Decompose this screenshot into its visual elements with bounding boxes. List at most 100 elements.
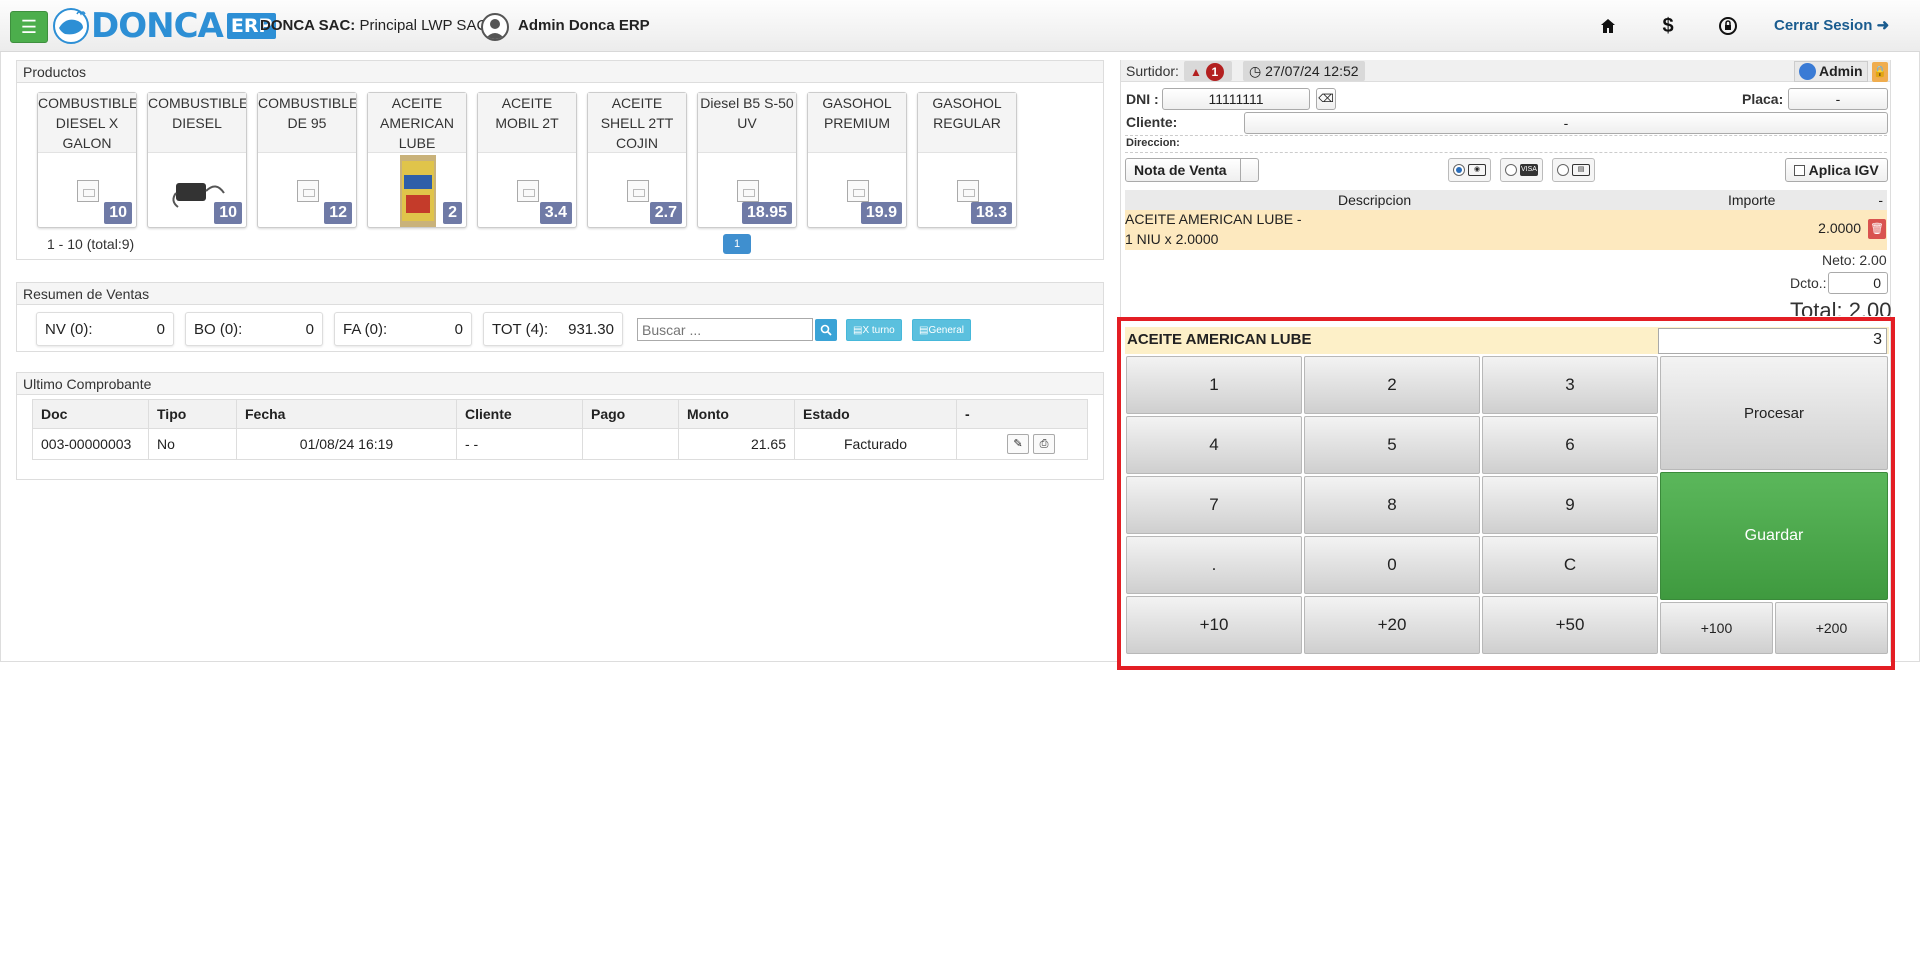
cell-cliente: - -	[456, 428, 583, 460]
hamburger-icon: ☰	[20, 16, 38, 37]
summary-label: NV (0):	[45, 321, 93, 338]
page-button[interactable]: 1	[723, 234, 751, 254]
cliente-field[interactable]: -	[1244, 112, 1888, 134]
item-amount: 2.0000	[1818, 220, 1861, 236]
logout-label: Cerrar Sesion	[1774, 17, 1873, 34]
admin-label: Admin	[1819, 63, 1863, 79]
cliente-label: Cliente:	[1126, 114, 1178, 130]
surtidor-selector[interactable]: ▲ 1	[1184, 61, 1232, 81]
eraser-button[interactable]: ⌫	[1316, 88, 1336, 110]
product-price: 2	[443, 202, 462, 224]
doc-type-select[interactable]: Nota de Venta	[1125, 158, 1259, 182]
search-button[interactable]	[815, 319, 837, 341]
product-card[interactable]: GASOHOL PREMIUM 19.9	[807, 92, 907, 228]
trash-icon[interactable]: 🗑	[1868, 219, 1886, 239]
product-card[interactable]: GASOHOL REGULAR 18.3	[917, 92, 1017, 228]
key-2[interactable]: 2	[1304, 356, 1480, 414]
product-name: COMBUSTIBLE DE 95	[258, 93, 356, 153]
key-plus-10[interactable]: +10	[1126, 596, 1302, 654]
key-1[interactable]: 1	[1126, 356, 1302, 414]
dni-label: DNI :	[1126, 91, 1159, 107]
aplica-igv-checkbox[interactable]: Aplica IGV	[1785, 158, 1888, 182]
column-header: Tipo	[148, 399, 237, 429]
product-card[interactable]: Diesel B5 S-50 UV 18.95	[697, 92, 797, 228]
x-turno-button[interactable]: ▤X turno	[846, 319, 902, 341]
key-4[interactable]: 4	[1126, 416, 1302, 474]
product-name: Diesel B5 S-50 UV	[698, 93, 796, 153]
products-title: Productos	[17, 61, 1103, 83]
column-header: Doc	[32, 399, 149, 429]
admin-user-chip[interactable]: Admin	[1794, 61, 1868, 82]
search-input[interactable]	[637, 318, 813, 341]
product-card[interactable]: ACEITE MOBIL 2T 3.4	[477, 92, 577, 228]
summary-value: 0	[305, 321, 314, 338]
product-card[interactable]: COMBUSTIBLE DIESEL X GALON 10	[37, 92, 137, 228]
summary-label: FA (0):	[343, 321, 388, 338]
key-plus-100[interactable]: +100	[1660, 602, 1773, 654]
payment-card-radio[interactable]: ▤	[1552, 158, 1595, 182]
dni-field[interactable]: 11111111	[1162, 88, 1310, 110]
product-card[interactable]: COMBUSTIBLE DE 95 12	[257, 92, 357, 228]
dcto-input[interactable]: 0	[1828, 272, 1888, 294]
key-9[interactable]: 9	[1482, 476, 1658, 534]
hamburger-menu-button[interactable]: ☰	[10, 11, 48, 43]
visa-icon: VISA	[1520, 164, 1538, 176]
print-button[interactable]: ⎙	[1033, 434, 1055, 454]
summary-box-tot: TOT (4): 931.30	[483, 312, 623, 346]
user-name: Admin Donca ERP	[518, 17, 650, 34]
key-plus-200[interactable]: +200	[1775, 602, 1888, 654]
key-8[interactable]: 8	[1304, 476, 1480, 534]
user-avatar-icon	[485, 19, 505, 39]
product-card[interactable]: COMBUSTIBLE DIESEL 10	[147, 92, 247, 228]
summary-value: 0	[156, 321, 165, 338]
general-button[interactable]: ▤General	[912, 319, 972, 341]
key-3[interactable]: 3	[1482, 356, 1658, 414]
surtidor-count-badge: 1	[1205, 63, 1224, 81]
column-header: Estado	[794, 399, 957, 429]
home-icon[interactable]	[1596, 14, 1620, 38]
key-plus-50[interactable]: +50	[1482, 596, 1658, 654]
edit-button[interactable]: ✎	[1007, 434, 1029, 454]
total-value: Total: 2.00	[1790, 298, 1892, 316]
payment-cash-radio[interactable]: ◉	[1448, 158, 1491, 182]
product-card[interactable]: ACEITE SHELL 2TT COJIN 2.7	[587, 92, 687, 228]
divider	[1125, 152, 1887, 153]
lock-icon[interactable]: 🔒	[1872, 62, 1888, 82]
procesar-button[interactable]: Procesar	[1660, 356, 1888, 470]
placa-field[interactable]: -	[1788, 88, 1888, 110]
key-7[interactable]: 7	[1126, 476, 1302, 534]
product-price: 18.3	[970, 202, 1012, 224]
summary-box-fa: FA (0): 0	[334, 312, 472, 346]
dollar-icon[interactable]: $	[1656, 14, 1680, 38]
guardar-button[interactable]: Guardar	[1660, 472, 1888, 600]
dropdown-toggle	[1240, 159, 1258, 181]
radio-on	[1453, 164, 1465, 176]
logout-link[interactable]: Cerrar Sesion ➜	[1774, 16, 1889, 34]
company-info: DONCA SAC: Principal LWP SAC |	[260, 17, 495, 34]
lock-reset-icon[interactable]	[1716, 14, 1740, 38]
key-0[interactable]: 0	[1304, 536, 1480, 594]
key-dot[interactable]: .	[1126, 536, 1302, 594]
product-card[interactable]: ACEITE AMERICAN LUBE 2	[367, 92, 467, 228]
key-clear[interactable]: C	[1482, 536, 1658, 594]
cell-tipo: No	[148, 428, 237, 460]
key-5[interactable]: 5	[1304, 416, 1480, 474]
product-name: GASOHOL REGULAR	[918, 93, 1016, 153]
logo: DONCA ERP	[53, 6, 277, 46]
key-6[interactable]: 6	[1482, 416, 1658, 474]
summary-title: Resumen de Ventas	[17, 283, 1103, 305]
payment-visa-radio[interactable]: VISA	[1500, 158, 1543, 182]
cell-doc: 003-00000003	[32, 428, 149, 460]
printer-icon: ⎙	[1039, 438, 1049, 450]
column-header: Pago	[582, 399, 679, 429]
table-row: 003-00000003 No 01/08/24 16:19 - - 21.65…	[32, 428, 1088, 460]
key-plus-20[interactable]: +20	[1304, 596, 1480, 654]
sale-header	[1121, 60, 1890, 82]
list-item[interactable]: ACEITE AMERICAN LUBE - 1 NIU x 2.0000 2.…	[1125, 210, 1887, 250]
product-price: 10	[214, 202, 242, 224]
cash-icon: ◉	[1468, 164, 1486, 176]
summary-label: BO (0):	[194, 321, 243, 338]
quantity-input[interactable]: 3	[1658, 328, 1887, 354]
last-receipt-table: Doc Tipo Fecha Cliente Pago Monto Estado…	[32, 399, 1088, 460]
keypad-product-name: ACEITE AMERICAN LUBE	[1127, 331, 1312, 348]
